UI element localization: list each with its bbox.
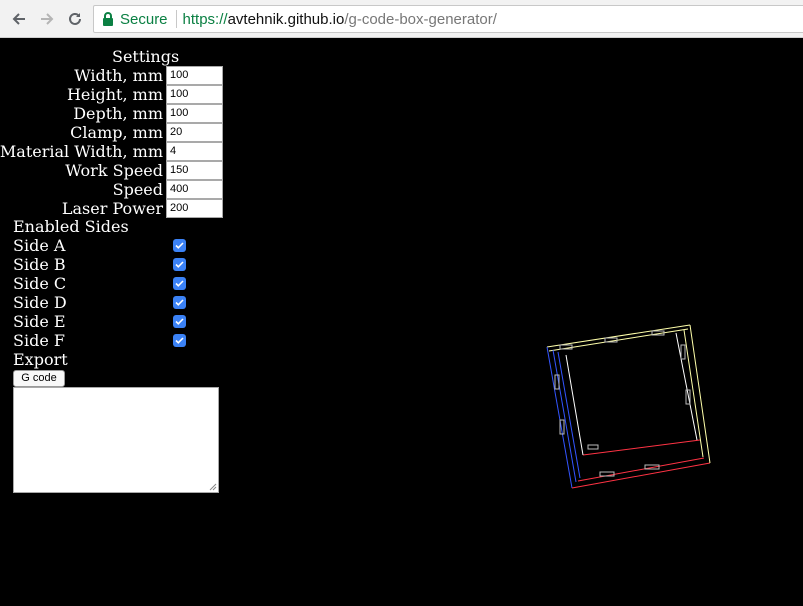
height-input[interactable]: 100	[166, 85, 223, 104]
speed-label: Speed	[112, 180, 163, 199]
enabled-sides-heading: Enabled Sides	[13, 217, 129, 236]
work-speed-label: Work Speed	[65, 161, 163, 180]
box-inner-lines	[565, 332, 698, 456]
side-c-label: Side C	[13, 274, 67, 293]
side-d-checkbox[interactable]	[173, 296, 186, 309]
material-width-label: Material Width, mm	[0, 142, 163, 161]
checkmark-icon	[175, 318, 184, 325]
side-c-checkbox[interactable]	[173, 277, 186, 290]
reload-button[interactable]	[64, 8, 86, 30]
laser-power-input[interactable]: 200	[166, 199, 223, 218]
side-a-label: Side A	[13, 236, 66, 255]
box-wireframe	[546, 324, 711, 489]
resize-handle-icon[interactable]	[209, 483, 217, 491]
width-input[interactable]: 100	[166, 66, 223, 85]
clamp-input[interactable]: 20	[166, 123, 223, 142]
depth-label: Depth, mm	[73, 104, 163, 123]
side-d-label: Side D	[13, 293, 67, 312]
side-f-label: Side F	[13, 331, 65, 350]
url-host: avtehnik.github.io	[227, 10, 345, 28]
forward-arrow-icon	[41, 13, 54, 25]
settings-heading: Settings	[112, 47, 180, 66]
g-code-button[interactable]: G code	[13, 370, 65, 387]
lock-icon	[102, 10, 116, 28]
checkmark-icon	[175, 242, 184, 249]
checkmark-icon	[175, 337, 184, 344]
height-label: Height, mm	[66, 85, 163, 104]
box-tab-marks	[554, 330, 691, 477]
clamp-label: Clamp, mm	[70, 123, 163, 142]
speed-input[interactable]: 400	[166, 180, 223, 199]
side-e-label: Side E	[13, 312, 66, 331]
export-heading: Export	[13, 350, 68, 369]
g-code-output[interactable]	[13, 387, 219, 493]
box-left-edge	[546, 346, 581, 489]
side-f-checkbox[interactable]	[173, 334, 186, 347]
side-b-checkbox[interactable]	[173, 258, 186, 271]
secure-label: Secure	[120, 10, 168, 28]
back-arrow-icon	[12, 13, 25, 25]
side-b-label: Side B	[13, 255, 66, 274]
reload-icon	[69, 12, 81, 25]
laser-power-label: Laser Power	[61, 199, 163, 218]
box-bottom-edge	[571, 439, 711, 489]
side-a-checkbox[interactable]	[173, 239, 186, 252]
address-bar[interactable]: Secure https://avtehnik.github.io/g-code…	[93, 5, 803, 33]
material-width-input[interactable]: 4	[166, 142, 223, 161]
checkmark-icon	[175, 280, 184, 287]
depth-input[interactable]: 100	[166, 104, 223, 123]
browser-toolbar: Secure https://avtehnik.github.io/g-code…	[0, 0, 803, 38]
forward-button[interactable]	[36, 8, 58, 30]
width-label: Width, mm	[74, 66, 163, 85]
work-speed-input[interactable]: 150	[166, 161, 223, 180]
side-e-checkbox[interactable]	[173, 315, 186, 328]
box-top-edge	[546, 324, 691, 352]
back-button[interactable]	[8, 8, 30, 30]
checkmark-icon	[175, 261, 184, 268]
box-preview-canvas[interactable]	[530, 310, 730, 500]
checkmark-icon	[175, 299, 184, 306]
url-path: /g-code-box-generator/	[344, 10, 497, 28]
url-scheme: https://	[182, 10, 228, 28]
address-divider	[175, 10, 177, 28]
